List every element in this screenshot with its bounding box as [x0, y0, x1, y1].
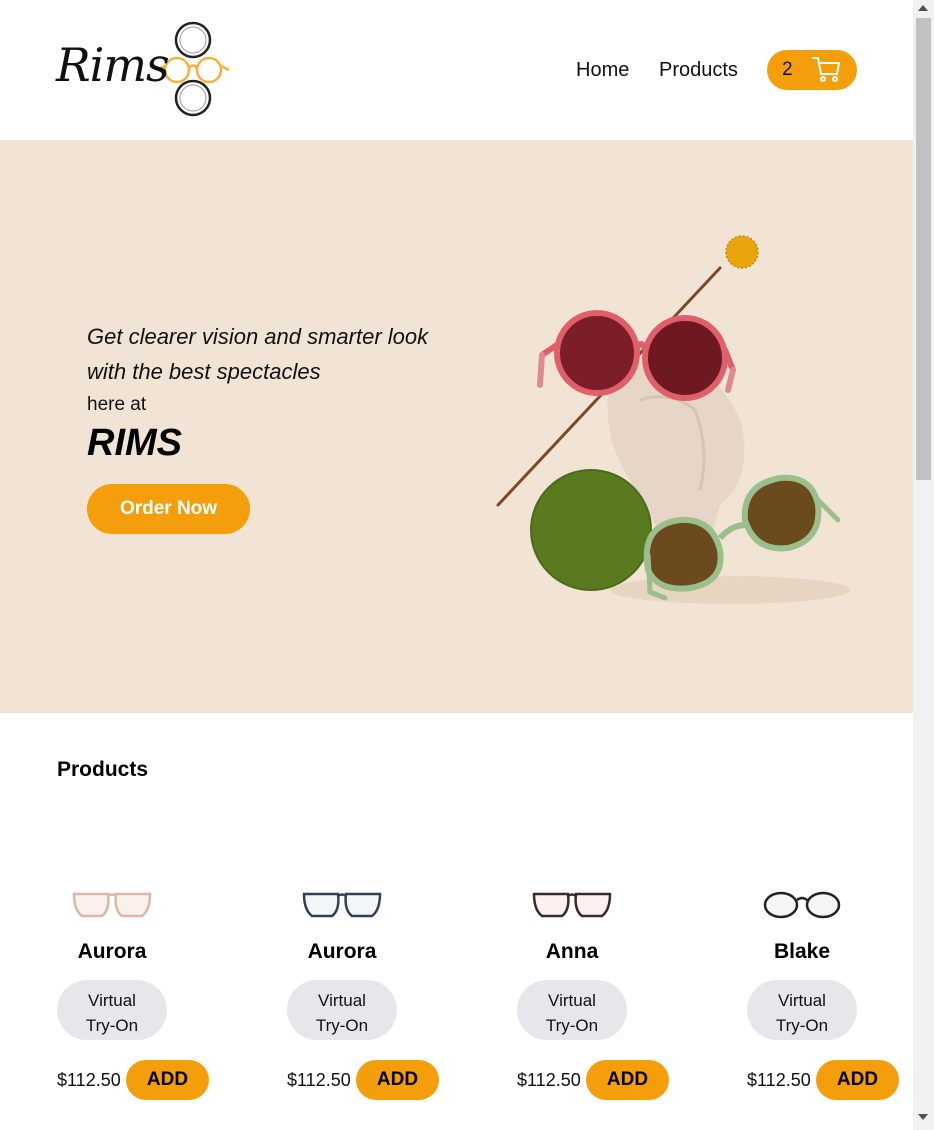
add-to-cart-button[interactable]: ADD — [586, 1060, 669, 1100]
add-to-cart-button[interactable]: ADD — [816, 1060, 899, 1100]
virtual-try-on-button[interactable]: Virtual Try-On — [57, 980, 167, 1040]
eyeglasses-icon — [302, 892, 382, 918]
try-on-label-line-2: Try-On — [775, 1015, 829, 1035]
nav-products-link[interactable]: Products — [659, 59, 738, 82]
try-on-label-line-1: Virtual — [548, 990, 596, 1010]
product-price: $112.50 — [287, 1070, 351, 1090]
product-name: Aurora — [77, 940, 147, 963]
virtual-try-on-button[interactable]: Virtual Try-On — [287, 980, 397, 1040]
site-header: Rims Home Products 2 — [0, 0, 913, 140]
try-on-label-line-1: Virtual — [88, 990, 136, 1010]
add-to-cart-button[interactable]: ADD — [356, 1060, 439, 1100]
product-name: Blake — [773, 940, 831, 963]
order-now-button[interactable]: Order Now — [87, 484, 250, 534]
product-card: Aurora Virtual Try-On $112.50 ADD — [57, 880, 257, 1110]
try-on-label-line-2: Try-On — [315, 1015, 369, 1035]
eyeglasses-icon — [532, 892, 612, 918]
try-on-label-line-2: Try-On — [545, 1015, 599, 1035]
add-to-cart-button[interactable]: ADD — [126, 1060, 209, 1100]
eyeglasses-icon — [72, 892, 152, 918]
product-price: $112.50 — [57, 1070, 121, 1090]
hero-sunglasses-image — [496, 235, 850, 604]
nav-home-link[interactable]: Home — [576, 59, 629, 82]
hero-here-at: here at — [87, 394, 147, 415]
main-nav: Home Products 2 — [0, 50, 913, 90]
try-on-label-line-2: Try-On — [85, 1015, 139, 1035]
eyeglasses-icon — [763, 891, 841, 919]
product-name: Aurora — [307, 940, 377, 963]
hero-banner: Get clearer vision and smarter look with… — [0, 140, 913, 713]
product-card: Blake Virtual Try-On $112.50 ADD — [747, 880, 934, 1110]
products-section-title: Products — [57, 758, 149, 781]
product-price: $112.50 — [747, 1070, 811, 1090]
hero-brand-name: RIMS — [87, 422, 182, 464]
product-price: $112.50 — [517, 1070, 581, 1090]
try-on-label-line-1: Virtual — [778, 990, 826, 1010]
scrollbar-thumb[interactable] — [916, 18, 931, 480]
scroll-down-arrow-icon[interactable] — [918, 1114, 928, 1120]
cart-button[interactable]: 2 — [767, 50, 857, 90]
hero-tagline-line-2: with the best spectacles — [87, 359, 321, 384]
cart-count-badge: 2 — [782, 59, 793, 80]
hero-tagline-line-1: Get clearer vision and smarter look — [87, 324, 429, 349]
try-on-label-line-1: Virtual — [318, 990, 366, 1010]
virtual-try-on-button[interactable]: Virtual Try-On — [517, 980, 627, 1040]
shopping-cart-icon — [812, 57, 840, 82]
product-card: Anna Virtual Try-On $112.50 ADD — [517, 880, 717, 1110]
scroll-up-arrow-icon[interactable] — [918, 5, 928, 11]
product-card: Aurora Virtual Try-On $112.50 ADD — [287, 880, 487, 1110]
virtual-try-on-button[interactable]: Virtual Try-On — [747, 980, 857, 1040]
vertical-scrollbar[interactable] — [913, 0, 934, 1130]
product-name: Anna — [545, 940, 599, 963]
